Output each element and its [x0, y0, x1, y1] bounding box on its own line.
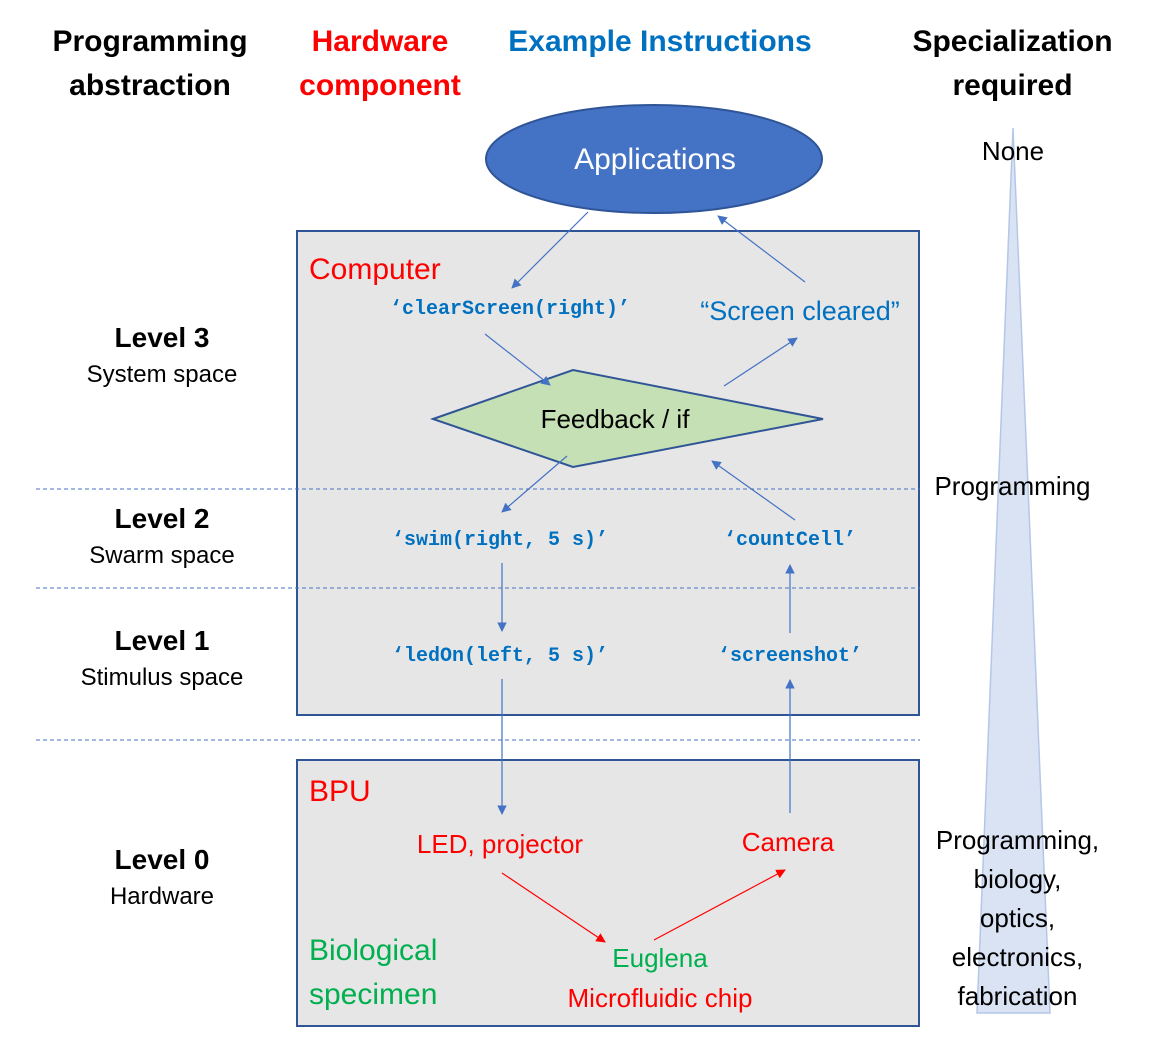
specialization-line: Programming, [935, 825, 1100, 855]
microfluidic-chip-label: Microfluidic chip [567, 983, 753, 1013]
level-title: Level 2 [114, 503, 210, 534]
specialization-full-list: Programming, biology, optics, electronic… [915, 821, 1120, 1016]
level-subtitle: System space [86, 361, 238, 388]
instruction-led-on: ‘ledOn(left, 5 s)’ [391, 645, 609, 668]
arrow-countcell-to-feedback [711, 460, 796, 521]
level-0-label: Level 0 Hardware [32, 840, 292, 914]
arrow-clearscreen-to-feedback [484, 333, 551, 386]
computer-title: Computer [309, 253, 441, 286]
specialization-programming: Programming [934, 471, 1091, 501]
level-title: Level 1 [114, 625, 210, 656]
level-subtitle: Hardware [109, 883, 215, 910]
instruction-screenshot: ‘screenshot’ [717, 645, 863, 668]
specialization-line: biology, [973, 864, 1062, 894]
level-subtitle: Stimulus space [80, 664, 244, 691]
specialization-none: None [981, 136, 1045, 166]
applications-label: Applications [574, 143, 736, 176]
level-1-label: Level 1 Stimulus space [32, 621, 292, 695]
led-projector-label: LED, projector [416, 829, 584, 859]
level-2-label: Level 2 Swarm space [32, 499, 292, 573]
instruction-screen-cleared: “Screen cleared” [700, 296, 900, 326]
specialization-line: optics, [979, 903, 1056, 933]
level-title: Level 3 [114, 322, 210, 353]
feedback-label: Feedback / if [540, 404, 690, 434]
level-3-label: Level 3 System space [32, 318, 292, 392]
specialization-line: fabrication [957, 981, 1078, 1011]
arrow-applications-to-clearscreen [511, 211, 589, 289]
bpu-title: BPU [309, 775, 371, 808]
level-title: Level 0 [114, 844, 210, 875]
specialization-line: electronics, [951, 942, 1084, 972]
label-line: specimen [309, 978, 438, 1011]
arrow-feedback-to-swim [501, 455, 568, 513]
instruction-count-cell: ‘countCell’ [723, 529, 857, 552]
arrow-led-to-euglena [501, 872, 606, 943]
euglena-label: Euglena [612, 943, 708, 973]
arrow-feedback-to-screencleared [723, 337, 798, 387]
biological-specimen-label: Biological specimen [309, 929, 437, 1017]
label-line: Biological [309, 934, 438, 967]
level-subtitle: Swarm space [89, 542, 235, 569]
instruction-clear-screen: ‘clearScreen(right)’ [389, 298, 631, 321]
arrow-screencleared-to-applications [717, 215, 806, 283]
arrow-euglena-to-camera [653, 869, 786, 941]
instruction-swim: ‘swim(right, 5 s)’ [391, 529, 609, 552]
camera-label: Camera [741, 827, 835, 857]
